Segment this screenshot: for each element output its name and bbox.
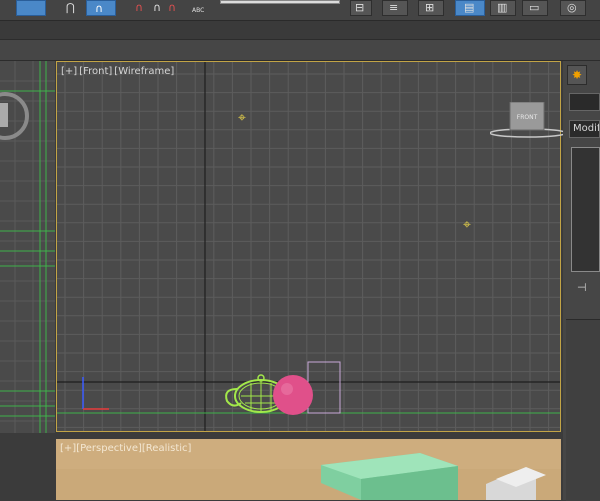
- snaps-toggle-button[interactable]: ⋂: [60, 0, 82, 16]
- perspective-viewport-label[interactable]: [+][Perspective][Realistic]: [60, 443, 191, 454]
- perspective-shading-mode[interactable]: [Realistic]: [142, 443, 192, 454]
- mirror-icon: ⊟: [355, 1, 365, 14]
- viewcube[interactable]: FRONT: [489, 101, 570, 146]
- align-icon: ≡: [389, 1, 399, 14]
- light-target-icon[interactable]: ⌖: [238, 111, 246, 125]
- mirror-button[interactable]: ⊟: [350, 0, 372, 16]
- viewport-label[interactable]: [+] [Front] [Wireframe]: [61, 66, 176, 77]
- object-name-field[interactable]: [569, 93, 600, 111]
- layer-explorer-button[interactable]: ⊞: [418, 0, 444, 16]
- select-object-button[interactable]: [16, 0, 46, 16]
- magnet-icon: ∩: [95, 2, 104, 15]
- percent-snap-icon[interactable]: ∩: [153, 1, 161, 15]
- curve-editor-icon: ▥: [497, 1, 508, 14]
- perspective-menu-plus[interactable]: [+]: [60, 443, 76, 454]
- schematic-view-button[interactable]: ▭: [522, 0, 548, 16]
- curve-editor-button[interactable]: ▥: [490, 0, 516, 16]
- material-editor-icon: ◎: [567, 1, 577, 14]
- command-panel: ✸ Modifier List ⊣: [563, 61, 600, 501]
- main-toolbar: ⋂ ∩ ∩ ∩ ∩ ABC ⊟ ≡ ⊞ ▤ ▥ ▭ ◎: [0, 0, 600, 21]
- viewcube-face-label: FRONT: [517, 114, 538, 121]
- pin-stack-icon[interactable]: ⊣: [577, 281, 587, 294]
- explorer-icon: ▤: [464, 1, 475, 14]
- left-viewport-grid: [0, 61, 55, 433]
- perspective-viewport[interactable]: [+][Perspective][Realistic]: [56, 439, 561, 500]
- spinner-snap-icon[interactable]: ∩: [168, 1, 176, 15]
- align-button[interactable]: ≡: [382, 0, 408, 16]
- parameters-rollout: [566, 319, 600, 501]
- perspective-point-of-view[interactable]: [Perspective]: [76, 443, 142, 454]
- viewport-shading-mode[interactable]: [Wireframe]: [114, 66, 174, 77]
- viewport-header-band: [0, 39, 600, 61]
- modifier-list-dropdown[interactable]: Modifier List: [569, 120, 600, 138]
- material-editor-button[interactable]: ◎: [560, 0, 586, 16]
- edit-named-selection-icon[interactable]: ABC: [192, 4, 204, 18]
- scene-explorer-button[interactable]: ▤: [455, 0, 485, 16]
- layer-icon: ⊞: [425, 1, 435, 14]
- viewport-menu-plus[interactable]: [+]: [61, 66, 77, 77]
- angle-snap-icon[interactable]: ∩: [135, 1, 143, 15]
- box-wireframe: [307, 361, 341, 414]
- named-selection-field[interactable]: [220, 0, 340, 4]
- sun-icon: ✸: [571, 68, 583, 82]
- viewport-point-of-view[interactable]: [Front]: [79, 66, 112, 77]
- front-viewport-grid: [57, 62, 560, 431]
- sphere: [273, 375, 313, 415]
- schematic-icon: ▭: [529, 1, 540, 14]
- create-tab[interactable]: ✸: [567, 65, 587, 85]
- modifier-stack[interactable]: [571, 147, 600, 272]
- front-viewport[interactable]: [+] [Front] [Wireframe] ⌖ ⌖ FRONT: [56, 61, 567, 432]
- left-viewport[interactable]: [0, 61, 55, 433]
- snaps-3d-button[interactable]: ∩: [86, 0, 116, 16]
- snaps-toggle-icon: ⋂: [66, 1, 76, 14]
- ribbon-strip: [0, 21, 600, 39]
- light-icon[interactable]: ⌖: [463, 218, 471, 232]
